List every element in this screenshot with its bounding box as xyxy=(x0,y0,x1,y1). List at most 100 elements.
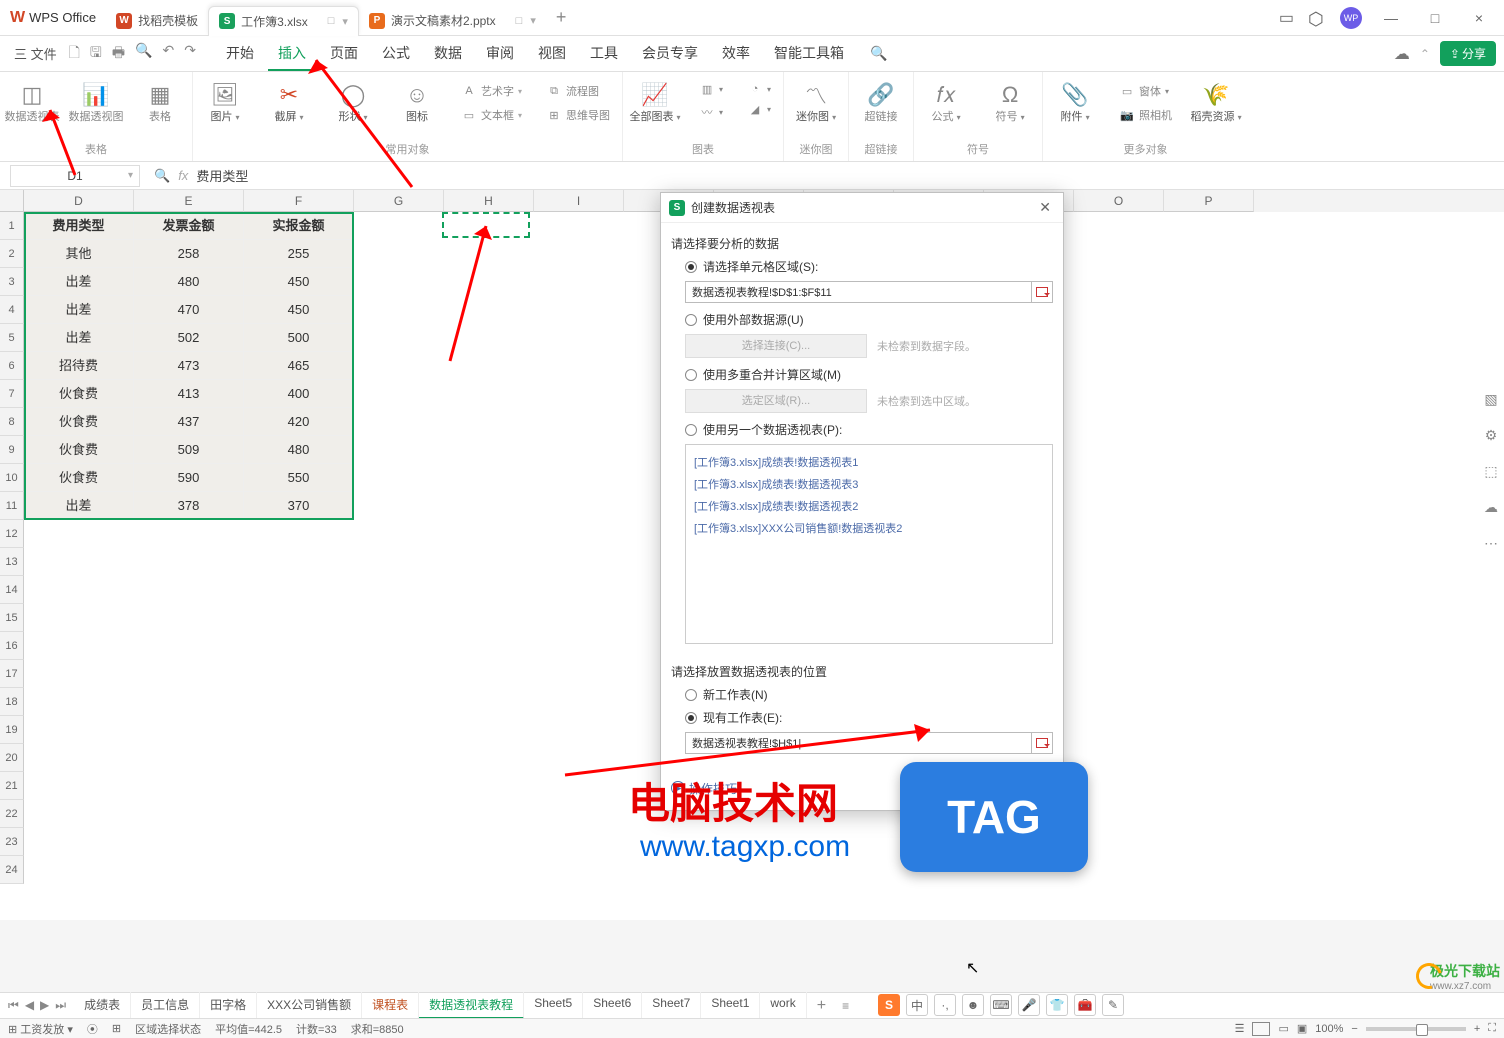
shape-button[interactable]: ◯形状 ▾ xyxy=(321,76,385,131)
col-header[interactable]: D xyxy=(24,190,134,212)
new-tab-button[interactable]: + xyxy=(546,7,577,28)
menu-开始[interactable]: 开始 xyxy=(216,37,264,71)
row-header[interactable]: 13 xyxy=(0,548,24,576)
header-cell[interactable]: 费用类型 xyxy=(24,212,134,240)
status-record-icon[interactable]: ⦿ xyxy=(87,1021,98,1037)
pivot-table-button[interactable]: ◫ 数据透视表 xyxy=(0,76,64,130)
status-mode[interactable]: ⊞ 工资发放 ▾ xyxy=(8,1021,73,1037)
page-view-icon[interactable]: ▭ xyxy=(1278,1022,1288,1035)
side-style-icon[interactable]: ▧ xyxy=(1482,390,1500,408)
source-range-input[interactable] xyxy=(685,281,1032,303)
file-menu[interactable]: 三 文件 xyxy=(8,44,63,63)
name-box-dropdown-icon[interactable]: ▾ xyxy=(128,170,133,181)
data-cell[interactable]: 378 xyxy=(134,492,244,520)
next-sheet-icon[interactable]: ▶ xyxy=(40,998,49,1013)
resource-button[interactable]: 🌾稻壳资源 ▾ xyxy=(1184,76,1248,131)
menu-插入[interactable]: 插入 xyxy=(268,37,316,71)
row-header[interactable]: 18 xyxy=(0,688,24,716)
ime-lang-icon[interactable]: 中 xyxy=(906,994,928,1016)
first-sheet-icon[interactable]: ⏮ xyxy=(8,998,19,1013)
zoom-out-icon[interactable]: − xyxy=(1351,1023,1357,1035)
row-header[interactable]: 10 xyxy=(0,464,24,492)
header-cell[interactable]: 实报金额 xyxy=(244,212,354,240)
menu-公式[interactable]: 公式 xyxy=(372,37,420,71)
side-backup-icon[interactable]: ☁ xyxy=(1482,498,1500,516)
ime-punct-icon[interactable]: ·, xyxy=(934,994,956,1016)
data-cell[interactable]: 出差 xyxy=(24,324,134,352)
tab-presentation[interactable]: P 演示文稿素材2.pptx □ ▾ xyxy=(359,6,546,36)
ime-keyboard-icon[interactable]: ⌨ xyxy=(990,994,1012,1016)
sheet-tab[interactable]: work xyxy=(760,992,806,1019)
formula-button[interactable]: 𝑓𝑥公式 ▾ xyxy=(914,76,978,131)
row-header[interactable]: 2 xyxy=(0,240,24,268)
mindmap-button[interactable]: ⊞思维导图 xyxy=(542,104,614,126)
sheet-tab[interactable]: Sheet5 xyxy=(524,992,583,1019)
data-cell[interactable]: 550 xyxy=(244,464,354,492)
flowchart-button[interactable]: ⧉流程图 xyxy=(542,80,614,102)
data-cell[interactable]: 400 xyxy=(244,380,354,408)
collapse-range-button[interactable] xyxy=(1031,732,1053,754)
data-cell[interactable]: 470 xyxy=(134,296,244,324)
data-cell[interactable]: 413 xyxy=(134,380,244,408)
option-another-pivot[interactable]: 使用另一个数据透视表(P): xyxy=(685,421,1053,438)
option-multi-consolidate[interactable]: 使用多重合并计算区域(M) xyxy=(685,366,1053,383)
zoom-in-icon[interactable]: + xyxy=(1474,1023,1480,1035)
close-button[interactable]: × xyxy=(1464,3,1494,33)
option-existing-sheet[interactable]: 现有工作表(E): xyxy=(685,709,1053,726)
formula-input[interactable]: 费用类型 xyxy=(196,166,1494,185)
col-header[interactable]: I xyxy=(534,190,624,212)
tab-dropdown-icon[interactable]: ▾ xyxy=(530,14,536,27)
menu-会员专享[interactable]: 会员专享 xyxy=(632,37,708,71)
collapse-ribbon-icon[interactable]: ⌃ xyxy=(1420,47,1430,61)
area-chart-button[interactable]: ◢▾ xyxy=(743,100,775,119)
ime-settings-icon[interactable]: ✎ xyxy=(1102,994,1124,1016)
data-cell[interactable]: 509 xyxy=(134,436,244,464)
normal-view-icon[interactable] xyxy=(1252,1022,1270,1036)
view-icon[interactable]: ☰ xyxy=(1235,1022,1245,1035)
fx-icon[interactable]: fx xyxy=(178,168,188,183)
pivot-list-item[interactable]: [工作簿3.xlsx]XXX公司销售额!数据透视表2 xyxy=(692,517,1046,539)
data-cell[interactable]: 出差 xyxy=(24,268,134,296)
sheet-tab[interactable]: XXX公司销售额 xyxy=(257,992,362,1019)
data-cell[interactable]: 420 xyxy=(244,408,354,436)
col-header[interactable]: P xyxy=(1164,190,1254,212)
dialog-titlebar[interactable]: S 创建数据透视表 ✕ xyxy=(661,193,1063,223)
row-header[interactable]: 6 xyxy=(0,352,24,380)
row-header[interactable]: 12 xyxy=(0,520,24,548)
side-tools-icon[interactable]: ⚙ xyxy=(1482,426,1500,444)
ime-emoji-icon[interactable]: ☻ xyxy=(962,994,984,1016)
sparkline-button[interactable]: 〽迷你图 ▾ xyxy=(784,76,848,131)
row-header[interactable]: 17 xyxy=(0,660,24,688)
menu-智能工具箱[interactable]: 智能工具箱 xyxy=(764,37,854,71)
select-all-corner[interactable] xyxy=(0,190,24,212)
data-cell[interactable]: 502 xyxy=(134,324,244,352)
menu-数据[interactable]: 数据 xyxy=(424,37,472,71)
data-cell[interactable]: 437 xyxy=(134,408,244,436)
sheet-tab[interactable]: Sheet6 xyxy=(583,992,642,1019)
data-cell[interactable]: 450 xyxy=(244,268,354,296)
row-header[interactable]: 19 xyxy=(0,716,24,744)
data-cell[interactable]: 伙食费 xyxy=(24,436,134,464)
zoom-slider[interactable] xyxy=(1366,1027,1466,1031)
row-header[interactable]: 14 xyxy=(0,576,24,604)
pivot-list-item[interactable]: [工作簿3.xlsx]成绩表!数据透视表2 xyxy=(692,495,1046,517)
sheet-tab[interactable]: 数据透视表教程 xyxy=(419,992,524,1019)
row-header[interactable]: 7 xyxy=(0,380,24,408)
menu-页面[interactable]: 页面 xyxy=(320,37,368,71)
camera-button[interactable]: 📷照相机 xyxy=(1115,104,1176,126)
pivot-list-item[interactable]: [工作簿3.xlsx]成绩表!数据透视表1 xyxy=(692,451,1046,473)
preview-icon[interactable]: 🔍 xyxy=(135,42,152,66)
ime-voice-icon[interactable]: 🎤 xyxy=(1018,994,1040,1016)
prev-sheet-icon[interactable]: ◀ xyxy=(25,998,34,1013)
tips-link[interactable]: ▶ 操作技巧 xyxy=(671,780,737,797)
pie-chart-button[interactable]: ◔▾ xyxy=(743,80,775,98)
tab-dropdown-icon[interactable]: ▾ xyxy=(342,15,348,28)
symbol-button[interactable]: Ω符号 ▾ xyxy=(978,76,1042,131)
row-header[interactable]: 22 xyxy=(0,800,24,828)
dialog-close-button[interactable]: ✕ xyxy=(1035,199,1055,216)
option-cell-range[interactable]: 请选择单元格区域(S): xyxy=(685,258,1053,275)
row-header[interactable]: 11 xyxy=(0,492,24,520)
redo-icon[interactable]: ↷ xyxy=(184,42,196,66)
save-icon[interactable]: 🖫 xyxy=(90,42,102,66)
data-cell[interactable]: 480 xyxy=(134,268,244,296)
